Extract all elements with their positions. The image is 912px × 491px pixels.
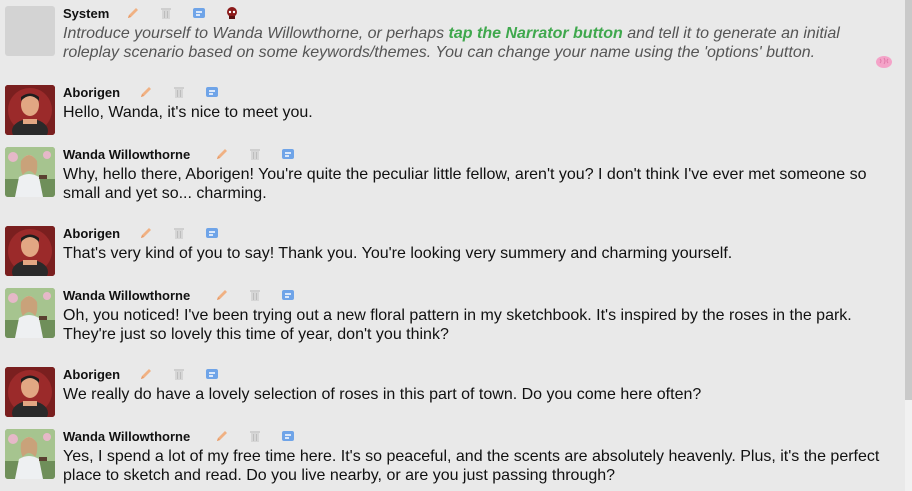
avatar[interactable] bbox=[5, 147, 55, 197]
message-text: Why, hello there, Aborigen! You're quite… bbox=[63, 166, 867, 202]
reply-icon[interactable] bbox=[204, 366, 220, 382]
narrator-icon[interactable] bbox=[224, 5, 240, 21]
chat-thread: System Introduce yourself to Wanda Willo… bbox=[0, 0, 905, 491]
avatar[interactable] bbox=[5, 429, 55, 479]
reply-icon[interactable] bbox=[280, 428, 296, 444]
trash-icon[interactable] bbox=[171, 84, 187, 100]
brain-icon[interactable] bbox=[875, 55, 893, 69]
message-actions bbox=[138, 84, 237, 100]
message-text: Yes, I spend a lot of my free time here.… bbox=[63, 448, 880, 484]
message-actions bbox=[138, 225, 237, 241]
message-text: Introduce yourself to Wanda Willowthorne… bbox=[63, 24, 898, 62]
scrollbar-thumb[interactable] bbox=[905, 0, 912, 400]
trash-icon[interactable] bbox=[171, 366, 187, 382]
pencil-icon[interactable] bbox=[138, 366, 154, 382]
message-text: That's very kind of you to say! Thank yo… bbox=[63, 245, 733, 262]
avatar[interactable] bbox=[5, 367, 55, 417]
message-actions bbox=[214, 428, 313, 444]
message-text: Oh, you noticed! I've been trying out a … bbox=[63, 307, 852, 343]
pencil-icon[interactable] bbox=[138, 84, 154, 100]
message-author: System bbox=[63, 6, 110, 21]
message-text: Hello, Wanda, it's nice to meet you. bbox=[63, 104, 313, 121]
avatar[interactable] bbox=[5, 288, 55, 338]
message-author: Aborigen bbox=[63, 85, 121, 100]
avatar[interactable] bbox=[5, 85, 55, 135]
pencil-icon[interactable] bbox=[214, 428, 230, 444]
reply-icon[interactable] bbox=[280, 146, 296, 162]
reply-icon[interactable] bbox=[191, 5, 207, 21]
message-actions bbox=[138, 366, 237, 382]
message-author: Aborigen bbox=[63, 226, 121, 241]
trash-icon[interactable] bbox=[171, 225, 187, 241]
message-author: Wanda Willowthorne bbox=[63, 288, 191, 303]
message-text-part: Introduce yourself to Wanda Willowthorne… bbox=[63, 25, 449, 42]
message-author: Wanda Willowthorne bbox=[63, 147, 191, 162]
message-author: Wanda Willowthorne bbox=[63, 429, 191, 444]
message-actions bbox=[214, 146, 313, 162]
narrator-link[interactable]: tap the Narrator button bbox=[449, 25, 623, 42]
trash-icon[interactable] bbox=[247, 287, 263, 303]
avatar[interactable] bbox=[5, 226, 55, 276]
message-actions bbox=[125, 5, 257, 21]
reply-icon[interactable] bbox=[204, 84, 220, 100]
pencil-icon[interactable] bbox=[214, 146, 230, 162]
trash-icon[interactable] bbox=[247, 146, 263, 162]
message-text: We really do have a lovely selection of … bbox=[63, 386, 702, 403]
pencil-icon[interactable] bbox=[125, 5, 141, 21]
trash-icon[interactable] bbox=[247, 428, 263, 444]
reply-icon[interactable] bbox=[280, 287, 296, 303]
pencil-icon[interactable] bbox=[138, 225, 154, 241]
message-actions bbox=[214, 287, 313, 303]
scrollbar[interactable] bbox=[905, 0, 912, 491]
message-author: Aborigen bbox=[63, 367, 121, 382]
reply-icon[interactable] bbox=[204, 225, 220, 241]
system-avatar bbox=[5, 6, 55, 56]
trash-icon[interactable] bbox=[158, 5, 174, 21]
pencil-icon[interactable] bbox=[214, 287, 230, 303]
